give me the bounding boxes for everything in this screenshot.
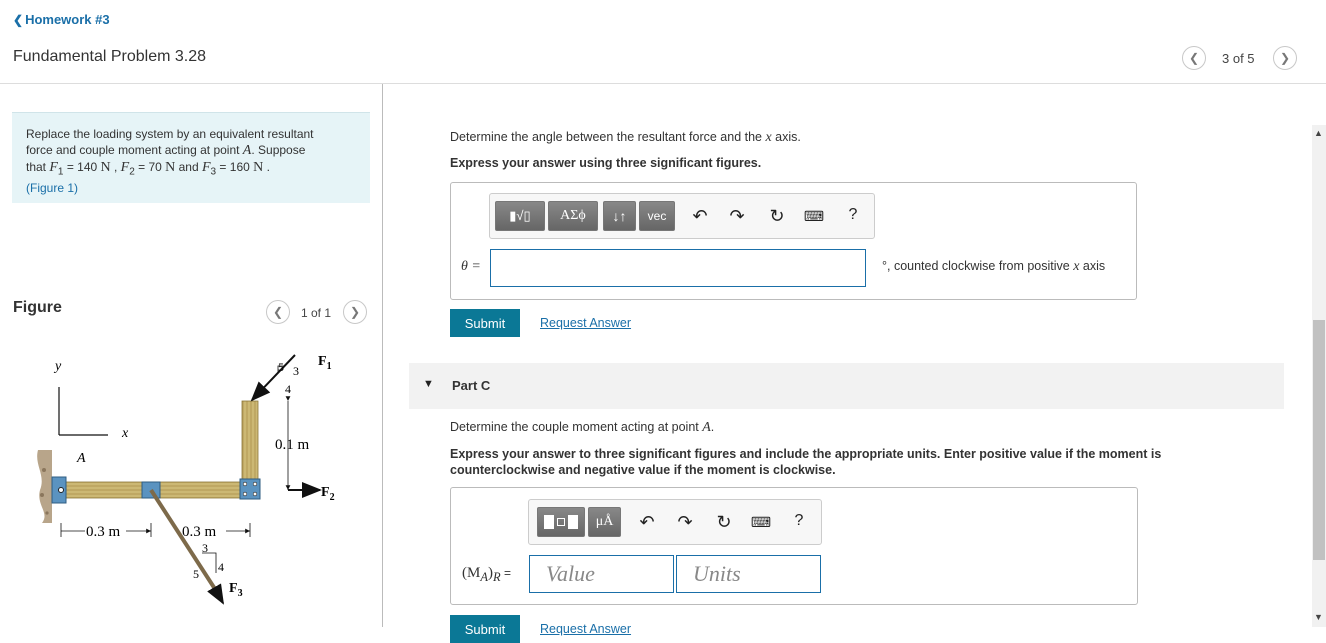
intro-line-2: force and couple moment acting at point … <box>26 143 306 158</box>
x-axis-label: x <box>121 426 129 441</box>
chevron-right-icon: ❯ <box>1279 51 1291 65</box>
chevron-left-icon: ❮ <box>1188 51 1200 65</box>
part-c-question: Determine the couple moment acting at po… <box>450 420 715 435</box>
figure-link[interactable]: (Figure 1) <box>26 181 78 195</box>
keyboard-icon[interactable]: ⌨ <box>803 205 825 227</box>
svg-text:5: 5 <box>193 567 199 581</box>
part-b-instruction: Express your answer using three signific… <box>450 156 762 170</box>
next-problem-button[interactable]: ❯ <box>1273 46 1297 70</box>
svg-text:5: 5 <box>278 360 284 374</box>
help-button[interactable]: ? <box>842 204 864 226</box>
svg-text:4: 4 <box>218 560 224 574</box>
theta-label: θ = <box>461 259 481 274</box>
header-divider <box>0 83 1326 84</box>
point-a-label: A <box>76 451 86 466</box>
reset-icon[interactable]: ↻ <box>766 205 788 227</box>
part-c-header[interactable]: ▼ Part C <box>409 363 1284 409</box>
f1-label: F1 <box>318 354 332 372</box>
figure-heading: Figure <box>13 299 62 316</box>
redo-icon[interactable]: ↷ <box>674 511 696 533</box>
scrollbar-thumb[interactable] <box>1313 320 1325 560</box>
f3-label: F3 <box>229 581 243 599</box>
greek-symbols-button[interactable]: ΑΣϕ <box>548 201 598 231</box>
wall-support <box>37 450 52 523</box>
value-units-template-button[interactable] <box>537 507 585 537</box>
dimension-0-1m: 0.1 m <box>275 437 310 453</box>
chevron-left-icon: ❮ <box>272 305 284 319</box>
part-b-math-toolbar: ▮√▯ ΑΣϕ ↓↑ vec ↶ ↷ ↻ ⌨ ? <box>489 193 875 239</box>
part-c-instruction: Express your answer to three significant… <box>450 447 1162 477</box>
back-to-homework-link[interactable]: ❮ Homework #3 <box>13 12 110 27</box>
sub-superscript-button[interactable]: ↓↑ <box>603 201 636 231</box>
redo-icon[interactable]: ↷ <box>726 205 748 227</box>
panel-divider <box>382 84 383 627</box>
intro-line-1: Replace the loading system by an equival… <box>26 127 314 141</box>
moment-units-input[interactable]: Units <box>676 555 821 593</box>
corner-bracket <box>239 478 261 500</box>
moment-label: (MA)R = <box>462 565 511 584</box>
part-b-question: Determine the angle between the resultan… <box>450 130 801 145</box>
part-c-title: Part C <box>452 378 491 393</box>
y-axis-label: y <box>53 359 62 374</box>
dimension-0-3m-right: 0.3 m <box>182 524 217 540</box>
svg-text:3: 3 <box>293 364 299 378</box>
moment-value-input[interactable]: Value <box>529 555 674 593</box>
figure-pager-text: 1 of 1 <box>301 306 332 320</box>
force-f3-arrow <box>207 583 224 605</box>
dimension-0-3m-left: 0.3 m <box>86 524 121 540</box>
vertical-beam <box>241 400 259 484</box>
back-link-label: Homework #3 <box>25 12 110 27</box>
units-button[interactable]: μÅ <box>588 507 621 537</box>
vector-button[interactable]: vec <box>639 201 675 231</box>
angle-input[interactable] <box>490 249 866 287</box>
part-c-math-toolbar: μÅ ↶ ↷ ↻ ⌨ ? <box>528 499 822 545</box>
problem-statement: Replace the loading system by an equival… <box>12 112 370 203</box>
help-button[interactable]: ? <box>788 510 810 532</box>
figure-next-button[interactable]: ❯ <box>343 300 367 324</box>
templates-button[interactable]: ▮√▯ <box>495 201 545 231</box>
chevron-right-icon: ❯ <box>349 305 361 319</box>
reset-icon[interactable]: ↻ <box>713 511 735 533</box>
keyboard-icon[interactable]: ⌨ <box>750 511 772 533</box>
collapse-triangle-icon: ▼ <box>423 378 434 390</box>
part-b-submit-button[interactable]: Submit <box>450 309 520 337</box>
svg-text:3: 3 <box>202 541 208 555</box>
part-c-submit-button[interactable]: Submit <box>450 615 520 643</box>
problem-pager-text: 3 of 5 <box>1222 51 1255 66</box>
part-b-request-answer-link[interactable]: Request Answer <box>540 316 631 330</box>
svg-text:4: 4 <box>285 382 291 396</box>
figure-previous-button[interactable]: ❮ <box>266 300 290 324</box>
scroll-up-icon[interactable]: ▲ <box>1314 128 1323 138</box>
part-c-request-answer-link[interactable]: Request Answer <box>540 622 631 636</box>
angle-unit-text: °, counted clockwise from positive x axi… <box>882 259 1106 274</box>
figure-1-diagram[interactable]: y x A 5 3 4 F1 0.1 m F2 0.3 m 0.3 m 3 5 … <box>30 345 370 610</box>
page-title: Fundamental Problem 3.28 <box>13 48 206 65</box>
intro-line-3: that F1 = 140 N , F2 = 70 N and F3 = 160… <box>26 160 270 178</box>
undo-icon[interactable]: ↶ <box>689 205 711 227</box>
scroll-down-icon[interactable]: ▼ <box>1314 612 1323 622</box>
previous-problem-button[interactable]: ❮ <box>1182 46 1206 70</box>
chevron-left-icon: ❮ <box>13 13 24 27</box>
f2-label: F2 <box>321 485 335 503</box>
undo-icon[interactable]: ↶ <box>636 511 658 533</box>
